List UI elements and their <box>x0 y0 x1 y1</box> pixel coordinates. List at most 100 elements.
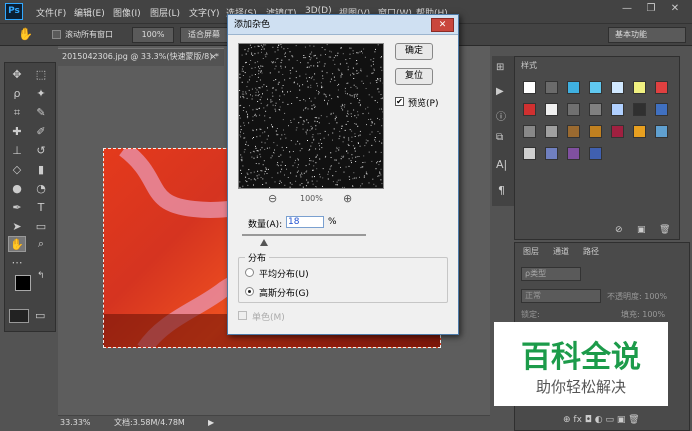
style-swatch[interactable] <box>589 81 602 94</box>
style-swatch[interactable] <box>655 125 668 138</box>
clone-stamp-icon[interactable]: ⊥ <box>8 143 26 159</box>
style-swatch[interactable] <box>633 81 646 94</box>
monochromatic-checkbox[interactable] <box>238 311 247 320</box>
style-swatch[interactable] <box>611 81 624 94</box>
menu-image[interactable]: 图像(I) <box>113 6 141 19</box>
document-close-icon[interactable]: × <box>210 49 217 65</box>
more-tools-icon[interactable]: ⋯ <box>8 255 26 271</box>
layer-footer-icons[interactable]: ⊕ fx ◘ ◐ ▭ ▣ 🗑 <box>563 415 640 425</box>
type-tool-icon[interactable]: T <box>32 200 50 216</box>
dialog-close-button[interactable]: ✕ <box>431 18 454 32</box>
magic-wand-icon[interactable]: ✦ <box>32 86 50 102</box>
style-swatch[interactable] <box>523 147 536 160</box>
marquee-tool-icon[interactable]: ⬚ <box>32 67 50 83</box>
quick-mask-icon[interactable] <box>9 309 29 323</box>
amount-slider-track[interactable] <box>242 234 366 236</box>
fill-field[interactable]: 填充: 100% <box>621 309 665 320</box>
scroll-all-label: 滚动所有窗口 <box>65 30 113 39</box>
zoom-100-button[interactable]: 100% <box>132 27 174 43</box>
styles-tab[interactable]: 样式 <box>521 60 537 71</box>
style-swatch[interactable] <box>567 103 580 116</box>
zoom-tool-icon[interactable]: ⌕ <box>32 236 50 252</box>
amount-input[interactable]: 18 <box>286 216 324 228</box>
tab-layers[interactable]: 图层 <box>523 246 539 257</box>
fit-screen-button[interactable]: 适合屏幕 <box>180 27 228 43</box>
crop-tool-icon[interactable]: ⌗ <box>8 105 26 121</box>
style-swatch[interactable] <box>567 125 580 138</box>
style-swatch[interactable] <box>655 103 668 116</box>
amount-slider-thumb[interactable] <box>260 239 269 246</box>
tab-paths[interactable]: 路径 <box>583 246 599 257</box>
zoom-readout[interactable]: 33.33% <box>60 416 91 430</box>
zoom-out-icon[interactable]: ⊖ <box>268 192 277 205</box>
blur-tool-icon[interactable]: ● <box>8 181 26 197</box>
style-swatch[interactable] <box>545 81 558 94</box>
path-select-icon[interactable]: ➤ <box>8 219 26 235</box>
noise-preview[interactable] <box>238 43 384 189</box>
history-icon[interactable]: ⊞ <box>496 62 504 73</box>
uniform-radio[interactable] <box>245 268 254 277</box>
minimize-button[interactable]: — <box>616 2 638 18</box>
gradient-tool-icon[interactable]: ▮ <box>32 162 50 178</box>
info-icon[interactable]: ⓘ <box>496 108 506 123</box>
menu-file[interactable]: 文件(F) <box>36 6 66 19</box>
opacity-field[interactable]: 不透明度: 100% <box>607 291 667 302</box>
shape-tool-icon[interactable]: ▭ <box>32 219 50 235</box>
swap-colors-icon[interactable]: ↰ <box>37 271 45 281</box>
adjust-icon[interactable]: ⧉ <box>496 132 503 143</box>
style-swatch[interactable] <box>523 103 536 116</box>
workspace-select[interactable]: 基本功能 <box>608 27 686 43</box>
hand-icon[interactable]: ✋ <box>18 27 33 41</box>
preview-checkbox[interactable]: ✔ <box>395 97 404 106</box>
blend-mode-select[interactable]: 正常 <box>521 289 601 303</box>
history-brush-icon[interactable]: ↺ <box>32 143 50 159</box>
menu-type[interactable]: 文字(Y) <box>189 6 220 19</box>
eraser-tool-icon[interactable]: ◇ <box>8 162 26 178</box>
lasso-tool-icon[interactable]: ρ <box>8 86 26 102</box>
style-swatch[interactable] <box>589 103 602 116</box>
style-swatch[interactable] <box>545 147 558 160</box>
app-close-button[interactable]: ✕ <box>664 2 686 18</box>
delete-style-icon[interactable]: 🗑 <box>659 225 670 235</box>
foreground-color-swatch[interactable] <box>15 275 31 291</box>
tab-channels[interactable]: 通道 <box>553 246 569 257</box>
hand-tool-icon[interactable]: ✋ <box>8 236 26 252</box>
style-swatch[interactable] <box>611 103 624 116</box>
character-icon[interactable]: A| <box>496 158 507 171</box>
screen-mode-icon[interactable]: ▭ <box>35 309 45 322</box>
style-swatch[interactable] <box>567 81 580 94</box>
clear-style-icon[interactable]: ⊘ <box>615 225 623 235</box>
eyedropper-icon[interactable]: ✎ <box>32 105 50 121</box>
style-swatch[interactable] <box>523 81 536 94</box>
document-tab[interactable]: 2015042306.jpg @ 33.3%(快速蒙版/8) * × <box>58 48 224 66</box>
brush-tool-icon[interactable]: ✐ <box>32 124 50 140</box>
ok-button[interactable]: 确定 <box>395 43 433 60</box>
pen-tool-icon[interactable]: ✒ <box>8 200 26 216</box>
move-tool-icon[interactable]: ✥ <box>8 67 26 83</box>
gaussian-radio[interactable] <box>245 287 254 296</box>
paragraph-icon[interactable]: ¶ <box>498 184 505 197</box>
menu-layer[interactable]: 图层(L) <box>150 6 180 19</box>
dodge-tool-icon[interactable]: ◔ <box>32 181 50 197</box>
status-arrow-icon[interactable]: ▶ <box>208 416 214 430</box>
style-swatch[interactable] <box>633 103 646 116</box>
reset-button[interactable]: 复位 <box>395 68 433 85</box>
layer-filter-select[interactable]: ρ类型 <box>521 267 581 281</box>
style-swatch[interactable] <box>633 125 646 138</box>
style-swatch[interactable] <box>545 125 558 138</box>
style-swatch[interactable] <box>611 125 624 138</box>
restore-button[interactable]: ❐ <box>640 2 662 18</box>
actions-play-icon[interactable]: ▶ <box>496 86 504 97</box>
style-swatch[interactable] <box>545 103 558 116</box>
new-style-icon[interactable]: ▣ <box>637 225 646 235</box>
style-swatch[interactable] <box>589 147 602 160</box>
style-swatch[interactable] <box>655 81 668 94</box>
style-swatch[interactable] <box>567 147 580 160</box>
scroll-all-checkbox[interactable] <box>52 30 61 39</box>
watermark-title: 百科全说 <box>521 340 641 375</box>
style-swatch[interactable] <box>523 125 536 138</box>
style-swatch[interactable] <box>589 125 602 138</box>
healing-brush-icon[interactable]: ✚ <box>8 124 26 140</box>
menu-edit[interactable]: 编辑(E) <box>74 6 105 19</box>
zoom-in-icon[interactable]: ⊕ <box>343 192 352 205</box>
